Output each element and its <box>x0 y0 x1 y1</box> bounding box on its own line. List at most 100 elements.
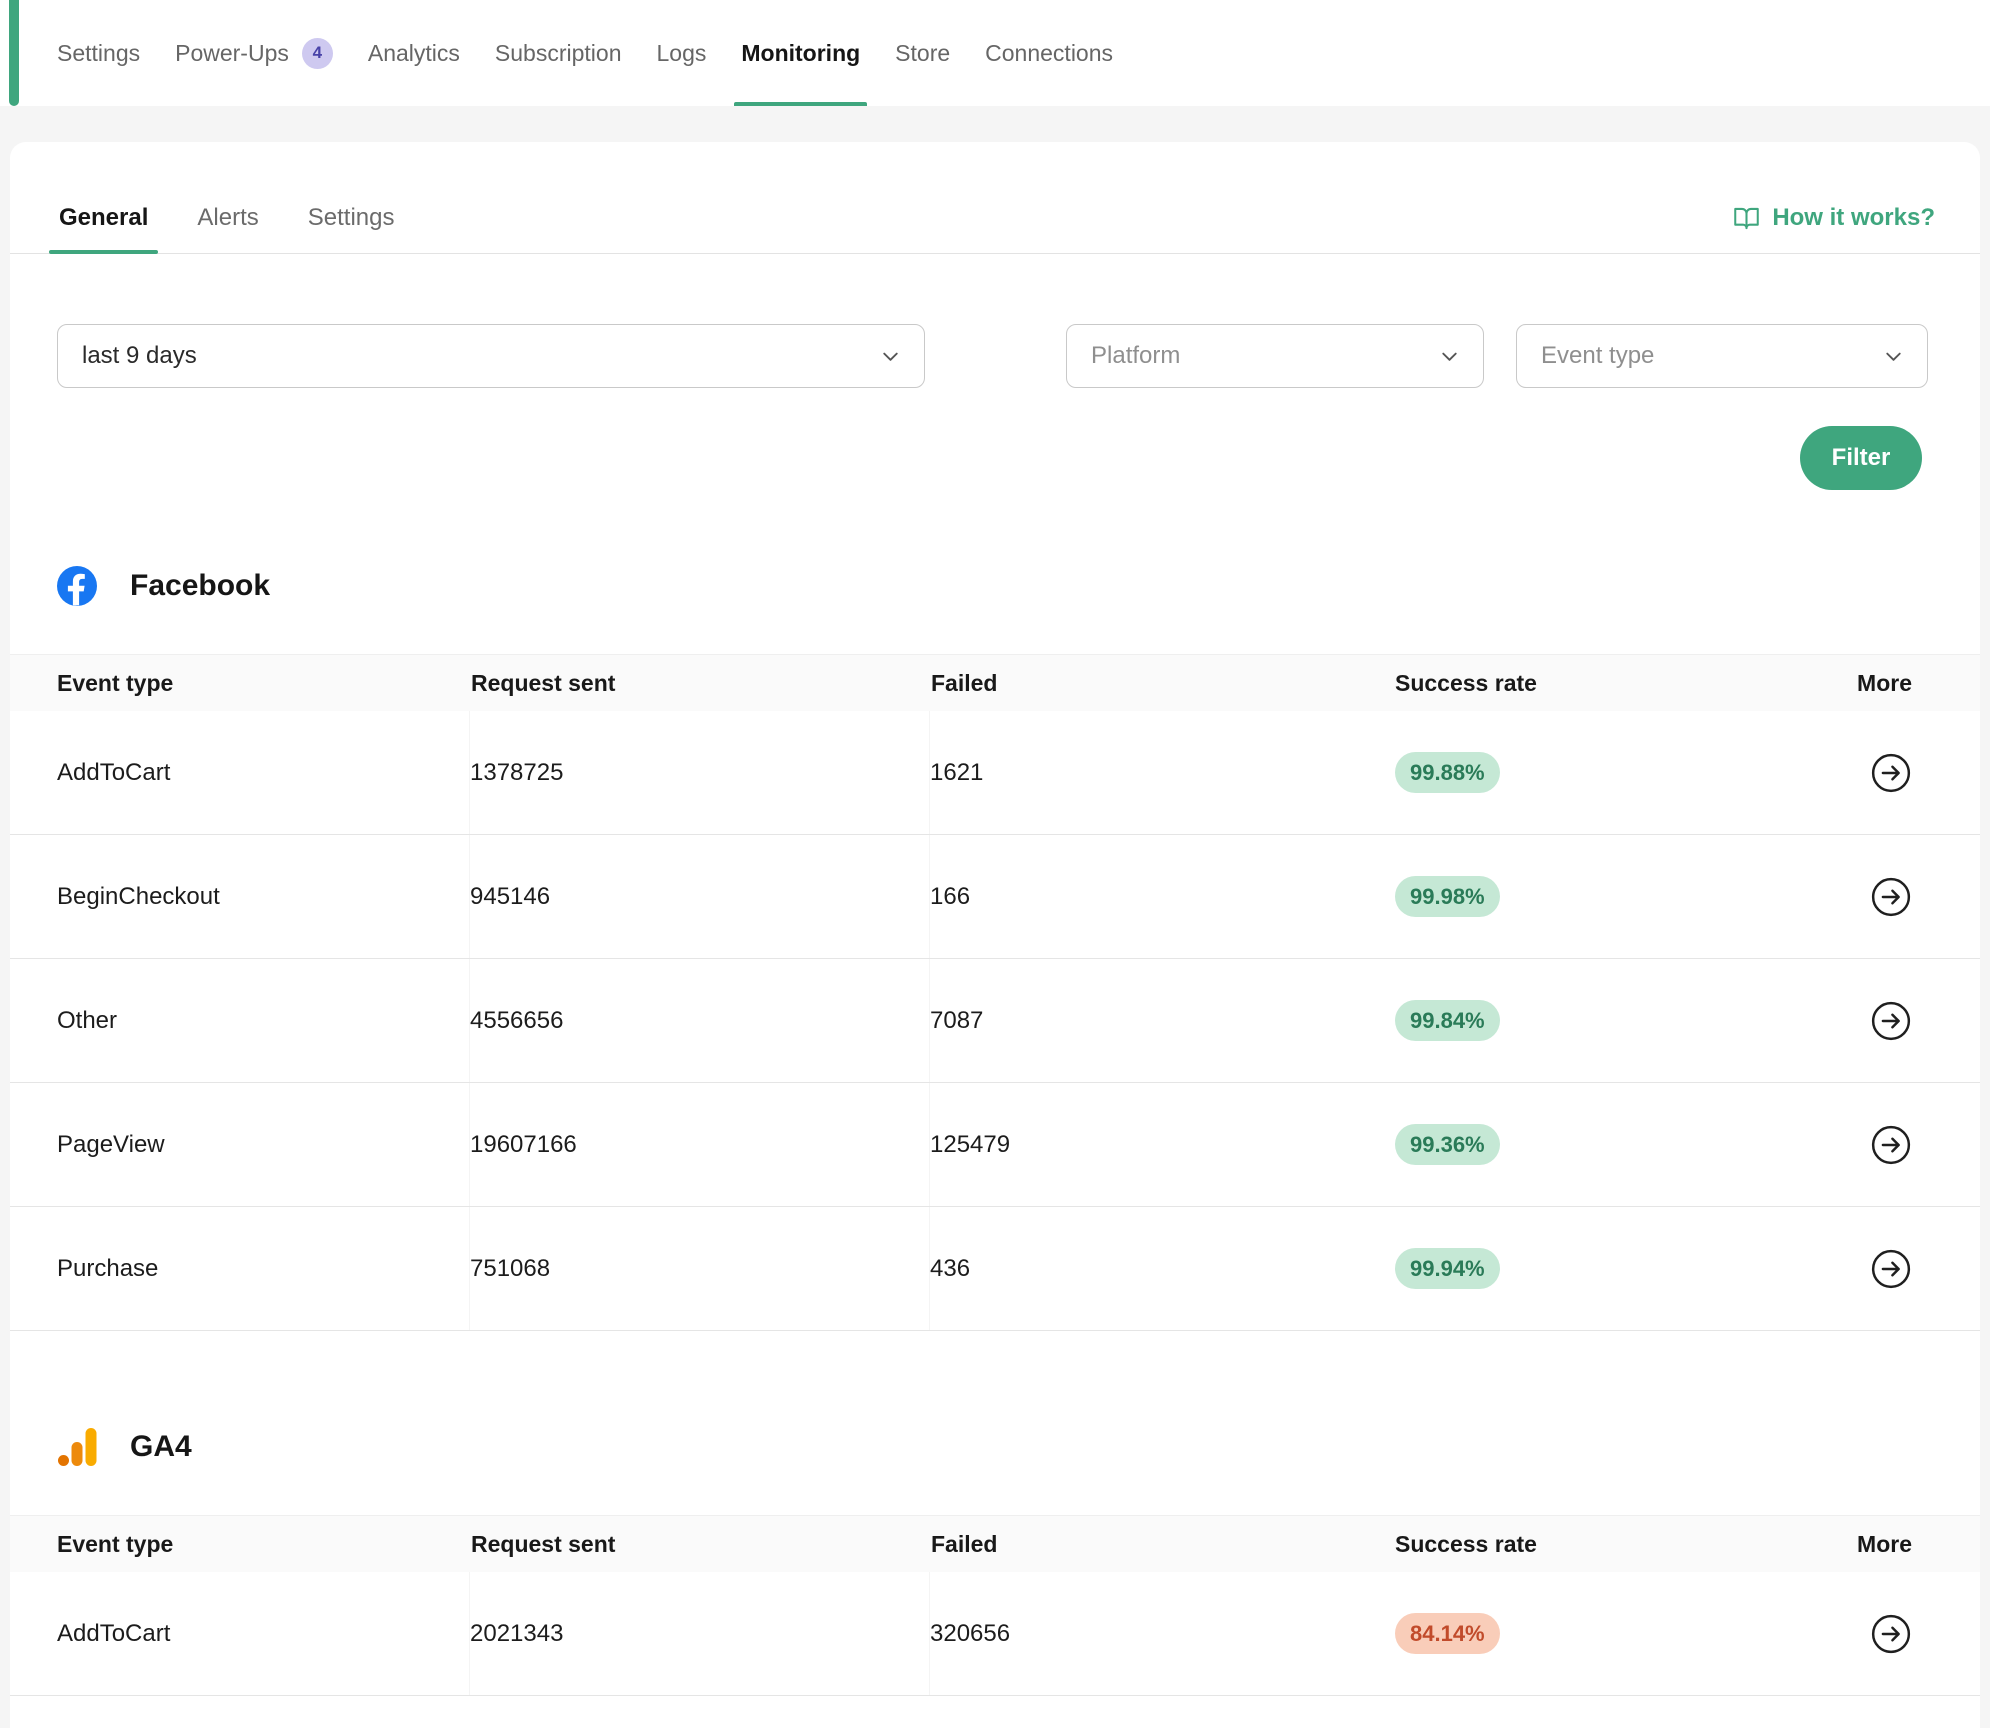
row-details-arrow-button[interactable] <box>1870 1000 1912 1042</box>
subtabs: General Alerts Settings <box>57 204 396 253</box>
cell-failed: 1621 <box>929 711 1395 834</box>
nav-tab-label: Monitoring <box>741 40 860 67</box>
cell-success-rate: 99.94% <box>1395 1248 1855 1289</box>
filter-button[interactable]: Filter <box>1800 426 1922 490</box>
nav-tab-label: Connections <box>985 40 1113 67</box>
cell-event-type: PageView <box>57 1131 470 1159</box>
date-range-select[interactable]: last 9 days <box>57 324 925 388</box>
platform-select[interactable]: Platform <box>1066 324 1484 388</box>
nav-tab-settings[interactable]: Settings <box>57 0 140 106</box>
events-table: Event typeRequest sentFailedSuccess rate… <box>10 1515 1980 1696</box>
row-details-arrow-button[interactable] <box>1870 1248 1912 1290</box>
cell-success-rate: 99.98% <box>1395 876 1855 917</box>
nav-tab-power-ups[interactable]: Power-Ups 4 <box>175 0 333 106</box>
facebook-icon <box>57 566 97 606</box>
main-nav: Settings Power-Ups 4 Analytics Subscription L… <box>57 0 1113 106</box>
table-row: AddToCart 2021343 320656 84.14% <box>10 1572 1980 1696</box>
nav-tab-label: Logs <box>657 40 707 67</box>
row-details-arrow-button[interactable] <box>1870 752 1912 794</box>
cell-more <box>1870 752 1912 794</box>
cell-failed: 320656 <box>929 1572 1395 1695</box>
cell-success-rate: 99.84% <box>1395 1000 1855 1041</box>
power-ups-count-badge: 4 <box>302 38 333 69</box>
cell-success-rate: 99.88% <box>1395 752 1855 793</box>
nav-tab-connections[interactable]: Connections <box>985 0 1113 106</box>
nav-tab-logs[interactable]: Logs <box>657 0 707 106</box>
row-details-arrow-button[interactable] <box>1870 1613 1912 1655</box>
table-row: PageView 19607166 125479 99.36% <box>10 1083 1980 1207</box>
event-type-select[interactable]: Event type <box>1516 324 1928 388</box>
cell-success-rate: 84.14% <box>1395 1613 1855 1654</box>
row-details-arrow-button[interactable] <box>1870 1124 1912 1166</box>
nav-tab-monitoring[interactable]: Monitoring <box>741 0 860 106</box>
chevron-down-icon <box>879 345 902 368</box>
cell-request-sent: 1378725 <box>469 711 930 834</box>
platform-section-facebook: Facebook Event typeRequest sentFailedSuc… <box>10 566 1980 1331</box>
top-nav-bar: Settings Power-Ups 4 Analytics Subscription L… <box>0 0 1990 106</box>
ga4-icon <box>57 1427 97 1467</box>
column-header-request-sent: Request sent <box>470 655 930 711</box>
table-row: BeginCheckout 945146 166 99.98% <box>10 835 1980 959</box>
nav-tab-subscription[interactable]: Subscription <box>495 0 622 106</box>
arrow-right-circle-icon <box>1870 1613 1912 1655</box>
row-details-arrow-button[interactable] <box>1870 876 1912 918</box>
success-rate-badge: 99.36% <box>1395 1124 1500 1165</box>
success-rate-badge: 84.14% <box>1395 1613 1500 1654</box>
arrow-right-circle-icon <box>1870 752 1912 794</box>
table-body: AddToCart 1378725 1621 99.88% BeginCheck… <box>10 711 1980 1331</box>
column-header-more: More <box>1857 1531 1912 1558</box>
cell-request-sent: 19607166 <box>469 1083 930 1206</box>
cell-more <box>1870 876 1912 918</box>
column-header-success-rate: Success rate <box>1395 670 1855 697</box>
cell-failed: 166 <box>929 835 1395 958</box>
main-panel: General Alerts Settings How it works? last… <box>10 142 1980 1728</box>
cell-success-rate: 99.36% <box>1395 1124 1855 1165</box>
cell-more <box>1870 1000 1912 1042</box>
arrow-right-circle-icon <box>1870 876 1912 918</box>
chevron-down-icon <box>1882 345 1905 368</box>
cell-event-type: BeginCheckout <box>57 883 470 911</box>
column-header-request-sent: Request sent <box>470 1516 930 1572</box>
platform-select-placeholder: Platform <box>1091 342 1180 370</box>
left-accent-bar <box>9 0 19 106</box>
column-header-success-rate: Success rate <box>1395 1531 1855 1558</box>
nav-tab-label: Store <box>895 40 950 67</box>
ga4-logo-icon <box>57 1427 97 1467</box>
success-rate-badge: 99.94% <box>1395 1248 1500 1289</box>
subtab-alerts[interactable]: Alerts <box>195 204 260 253</box>
arrow-right-circle-icon <box>1870 1124 1912 1166</box>
sections: Facebook Event typeRequest sentFailedSuc… <box>10 566 1980 1696</box>
cell-event-type: AddToCart <box>57 1620 470 1648</box>
nav-tab-label: Power-Ups <box>175 40 289 67</box>
event-type-select-placeholder: Event type <box>1541 342 1654 370</box>
nav-tab-store[interactable]: Store <box>895 0 950 106</box>
events-table: Event typeRequest sentFailedSuccess rate… <box>10 654 1980 1331</box>
column-header-failed: Failed <box>930 1516 1395 1572</box>
cell-more <box>1870 1124 1912 1166</box>
arrow-right-circle-icon <box>1870 1248 1912 1290</box>
facebook-logo-icon <box>57 566 97 606</box>
how-it-works-label: How it works? <box>1772 204 1935 232</box>
table-row: AddToCart 1378725 1621 99.88% <box>10 711 1980 835</box>
table-header-row: Event typeRequest sentFailedSuccess rate… <box>10 1515 1980 1572</box>
cell-event-type: Purchase <box>57 1255 470 1283</box>
cell-request-sent: 945146 <box>469 835 930 958</box>
column-header-failed: Failed <box>930 655 1395 711</box>
filter-bar: last 9 days Platform Event type <box>10 324 1980 388</box>
cell-event-type: AddToCart <box>57 759 470 787</box>
cell-failed: 7087 <box>929 959 1395 1082</box>
section-title: Facebook <box>130 569 270 603</box>
how-it-works-link[interactable]: How it works? <box>1733 204 1935 253</box>
nav-tab-label: Subscription <box>495 40 622 67</box>
subtab-settings[interactable]: Settings <box>306 204 397 253</box>
column-header-event-type: Event type <box>57 1531 470 1558</box>
column-header-more: More <box>1857 670 1912 697</box>
subtab-general[interactable]: General <box>57 204 150 253</box>
nav-tab-label: Settings <box>57 40 140 67</box>
nav-tab-analytics[interactable]: Analytics <box>368 0 460 106</box>
success-rate-badge: 99.98% <box>1395 876 1500 917</box>
filter-button-row: Filter <box>10 426 1980 490</box>
section-title: GA4 <box>130 1430 192 1464</box>
nav-tab-label: Analytics <box>368 40 460 67</box>
cell-failed: 436 <box>929 1207 1395 1330</box>
